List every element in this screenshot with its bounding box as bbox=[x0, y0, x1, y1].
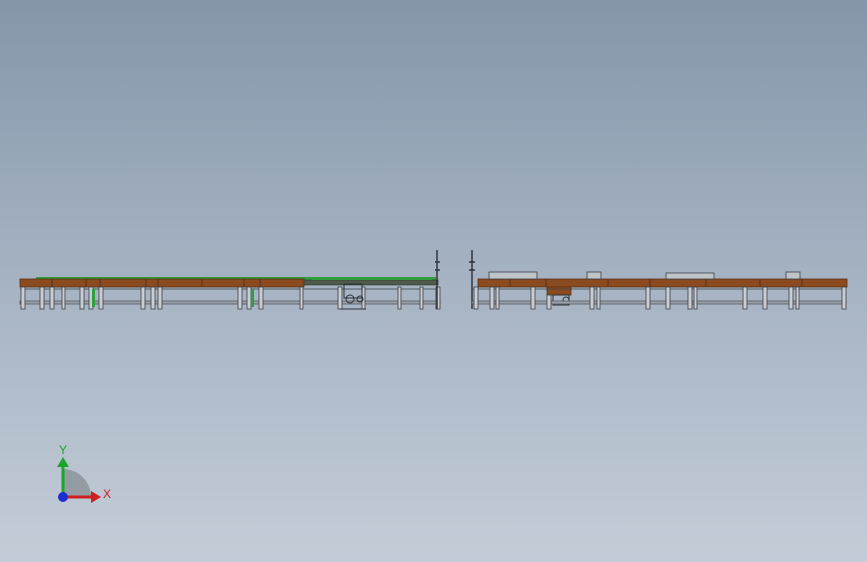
left-mid-beam bbox=[303, 279, 439, 286]
right-stops bbox=[488, 271, 801, 280]
triad-plane-icon bbox=[63, 469, 91, 497]
left-conveyor-section[interactable] bbox=[19, 250, 441, 310]
coordinate-triad-icon: Y X bbox=[57, 443, 111, 503]
right-top-beam bbox=[477, 278, 848, 288]
right-lift-unit bbox=[546, 286, 572, 296]
left-legs bbox=[20, 286, 441, 310]
conveyor-line-model[interactable] bbox=[0, 0, 867, 562]
graphics-viewport[interactable]: Y X bbox=[0, 0, 867, 562]
x-axis-label: X bbox=[103, 487, 111, 501]
y-axis-label: Y bbox=[59, 443, 67, 457]
right-conveyor-section[interactable] bbox=[469, 250, 848, 310]
triad-origin-icon bbox=[58, 492, 68, 502]
right-legs bbox=[473, 286, 847, 310]
left-top-beam bbox=[19, 278, 305, 288]
